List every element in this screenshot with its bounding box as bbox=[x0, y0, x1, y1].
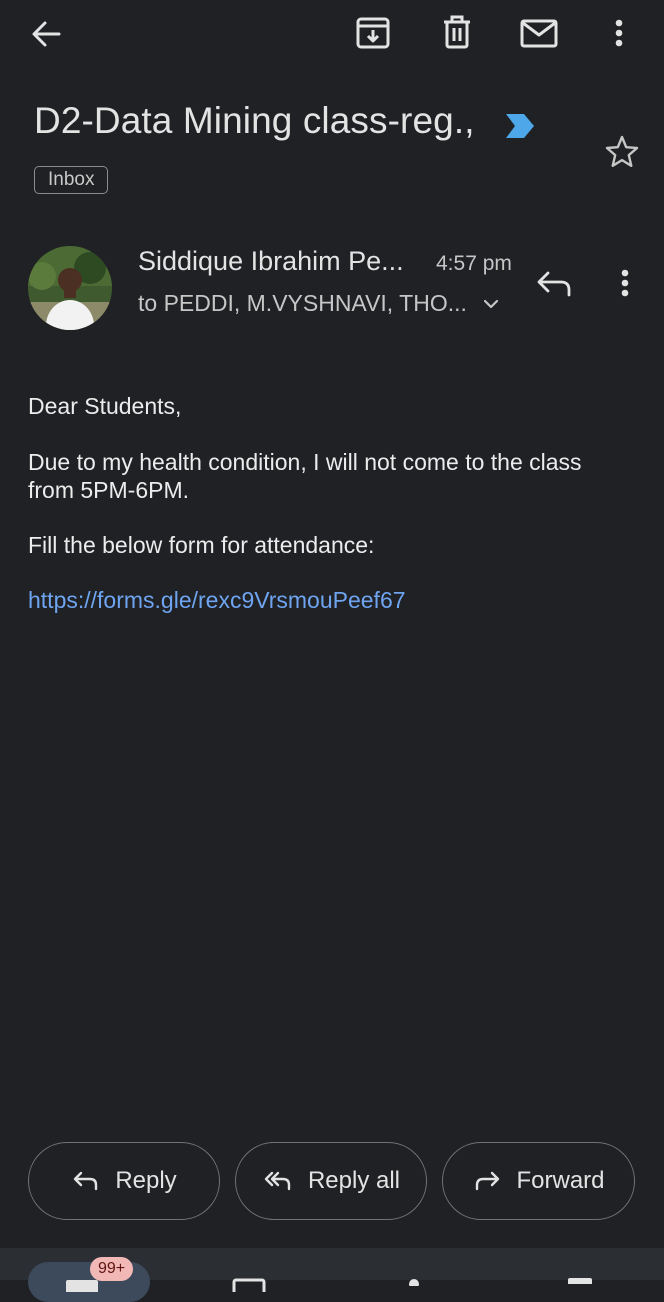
mail-icon[interactable] bbox=[517, 12, 561, 54]
meet-icon[interactable] bbox=[404, 1274, 424, 1286]
importance-marker-icon[interactable] bbox=[505, 113, 535, 139]
reply-icon[interactable] bbox=[533, 263, 577, 303]
archive-icon[interactable] bbox=[352, 12, 394, 54]
chevron-down-icon[interactable] bbox=[481, 296, 501, 314]
forward-icon bbox=[472, 1168, 502, 1194]
reply-icon bbox=[71, 1168, 101, 1194]
more-vert-icon[interactable] bbox=[608, 262, 642, 304]
message-time: 4:57 pm bbox=[436, 252, 512, 275]
email-subject: D2-Data Mining class-reg., bbox=[34, 100, 475, 141]
spaces-icon[interactable] bbox=[566, 1272, 594, 1284]
sender-name[interactable]: Siddique Ibrahim Pe... bbox=[138, 246, 404, 277]
trash-icon[interactable] bbox=[436, 12, 478, 54]
body-instruction: Fill the below form for attendance: bbox=[28, 532, 375, 558]
body-paragraph: Due to my health condition, I will not c… bbox=[28, 449, 582, 475]
forward-button[interactable]: Forward bbox=[442, 1142, 635, 1220]
inbox-label-chip[interactable]: Inbox bbox=[34, 166, 109, 194]
unread-count-badge: 99+ bbox=[90, 1257, 134, 1281]
reply-all-label: Reply all bbox=[307, 1167, 401, 1194]
avatar[interactable] bbox=[28, 246, 112, 330]
reply-button[interactable]: Reply bbox=[28, 1142, 220, 1220]
star-icon[interactable] bbox=[602, 132, 642, 172]
back-arrow-icon[interactable] bbox=[26, 14, 70, 54]
reply-all-button[interactable]: Reply all bbox=[235, 1142, 427, 1220]
reply-all-icon bbox=[262, 1168, 294, 1194]
body-greeting: Dear Students, bbox=[28, 393, 182, 419]
chat-icon[interactable] bbox=[231, 1272, 267, 1292]
body-paragraph-continued: from 5PM-6PM. bbox=[28, 477, 190, 503]
forward-label: Forward bbox=[516, 1167, 605, 1194]
recipients-summary[interactable]: to PEDDI, M.VYSHNAVI, THO... bbox=[138, 290, 467, 317]
more-vert-icon[interactable] bbox=[602, 12, 636, 54]
reply-label: Reply bbox=[115, 1167, 177, 1194]
form-link[interactable]: https://forms.gle/rexc9VrsmouPeef67 bbox=[28, 586, 406, 614]
